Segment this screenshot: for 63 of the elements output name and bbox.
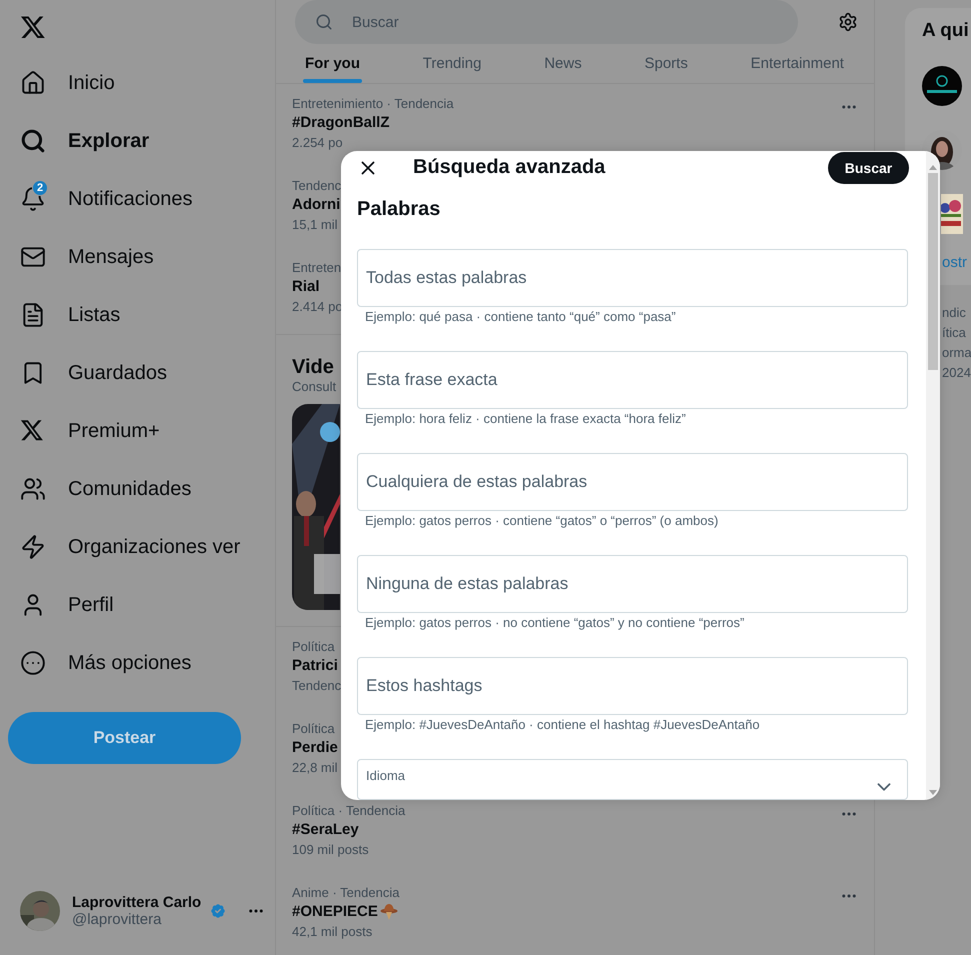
trend-post-count: Tendenc bbox=[292, 677, 342, 696]
input-field[interactable]: Ninguna de estas palabras bbox=[357, 554, 908, 613]
language-select[interactable]: Idioma bbox=[357, 758, 908, 800]
input-field[interactable]: Esta frase exacta bbox=[357, 350, 908, 409]
search-field[interactable]: Buscar bbox=[295, 0, 798, 44]
home-icon bbox=[20, 70, 46, 96]
trend-category: Tendenc bbox=[292, 178, 342, 194]
trend-title[interactable]: #ONEPIECE bbox=[292, 901, 378, 924]
field-hint: Ejemplo: gatos perros · no contiene “gatos” y no contiene “perros” bbox=[365, 614, 744, 631]
trend-post-count: 22,8 mil bbox=[292, 759, 338, 778]
input-field[interactable]: Estos hashtags bbox=[357, 656, 908, 715]
people-icon bbox=[20, 476, 46, 502]
tab[interactable]: For you bbox=[305, 44, 360, 84]
trend-post-count: 2.254 po bbox=[292, 134, 343, 152]
trend-title[interactable]: Adorni bbox=[292, 194, 340, 216]
nav-item[interactable]: Listas bbox=[8, 286, 275, 344]
panel-title: A qui bbox=[922, 20, 970, 42]
field-hint: Ejemplo: qué pasa · contiene tanto “qué” como “pasa” bbox=[365, 308, 676, 325]
nav-item[interactable]: 2 Notificaciones bbox=[8, 170, 275, 228]
trend-title[interactable]: Perdie bbox=[292, 737, 338, 760]
trend-post-count: 42,1 mil posts bbox=[292, 923, 372, 942]
nav-item[interactable]: Más opciones bbox=[8, 634, 275, 692]
trend-post-count: 15,1 mil bbox=[292, 216, 338, 234]
nav-item[interactable]: Premium+ bbox=[8, 402, 275, 460]
field-hint: Ejemplo: #JuevesDeAntaño · contiene el hashtag #JuevesDeAntaño bbox=[365, 716, 760, 733]
x-logo-icon[interactable] bbox=[20, 14, 46, 40]
trend-category: Entreten bbox=[292, 260, 342, 276]
input-field[interactable]: Cualquiera de estas palabras bbox=[357, 452, 908, 511]
field-hint: Ejemplo: gatos perros · contiene “gatos” o “perros” (o ambos) bbox=[365, 512, 718, 529]
trend-category: Política bbox=[292, 639, 335, 656]
trend-title[interactable]: #DragonBallZ bbox=[292, 112, 390, 134]
section-subtitle: Consult bbox=[292, 379, 336, 396]
trend-title[interactable]: Patrici bbox=[292, 655, 338, 678]
nav-item[interactable]: Mensajes bbox=[8, 228, 275, 286]
x-logo-icon bbox=[20, 418, 44, 442]
scrollbar-thumb[interactable] bbox=[928, 173, 938, 370]
nav-item[interactable]: Comunidades bbox=[8, 460, 275, 518]
more-icon bbox=[20, 650, 46, 676]
nav-item[interactable]: Guardados bbox=[8, 344, 275, 402]
account-name: Laprovittera Carlo bbox=[72, 894, 202, 911]
dialog-title: Búsqueda avanzada bbox=[413, 156, 606, 180]
section-title: Vide bbox=[292, 355, 334, 380]
account-handle: @laprovittera bbox=[72, 911, 162, 928]
trend-title[interactable]: #SeraLey bbox=[292, 819, 359, 842]
settings-icon[interactable] bbox=[838, 12, 858, 32]
search-icon bbox=[20, 128, 46, 154]
trend-title[interactable]: Rial bbox=[292, 276, 320, 298]
notification-badge: 2 bbox=[32, 180, 48, 196]
nav-item[interactable]: Organizaciones ver bbox=[8, 518, 275, 576]
lightning-icon bbox=[20, 534, 46, 560]
trend-post-count: 109 mil posts bbox=[292, 841, 369, 860]
trend-category: Política bbox=[292, 721, 335, 738]
trend-category: Política · Tendencia bbox=[292, 803, 406, 820]
trend-category: Anime · Tendencia bbox=[292, 885, 400, 902]
nav-item[interactable]: Perfil bbox=[8, 576, 275, 634]
section-heading: Palabras bbox=[356, 196, 442, 222]
input-field[interactable]: Todas estas palabras bbox=[357, 248, 908, 307]
search-button[interactable]: Buscar bbox=[828, 152, 909, 184]
field-hint: Ejemplo: hora feliz · contiene la frase exacta “hora feliz” bbox=[365, 410, 686, 427]
nav-item[interactable]: Explorar bbox=[8, 112, 275, 170]
search-icon bbox=[315, 13, 333, 31]
trend-category: Entretenimiento · Tendencia bbox=[292, 96, 454, 112]
nav-item[interactable]: Inicio bbox=[8, 54, 275, 112]
